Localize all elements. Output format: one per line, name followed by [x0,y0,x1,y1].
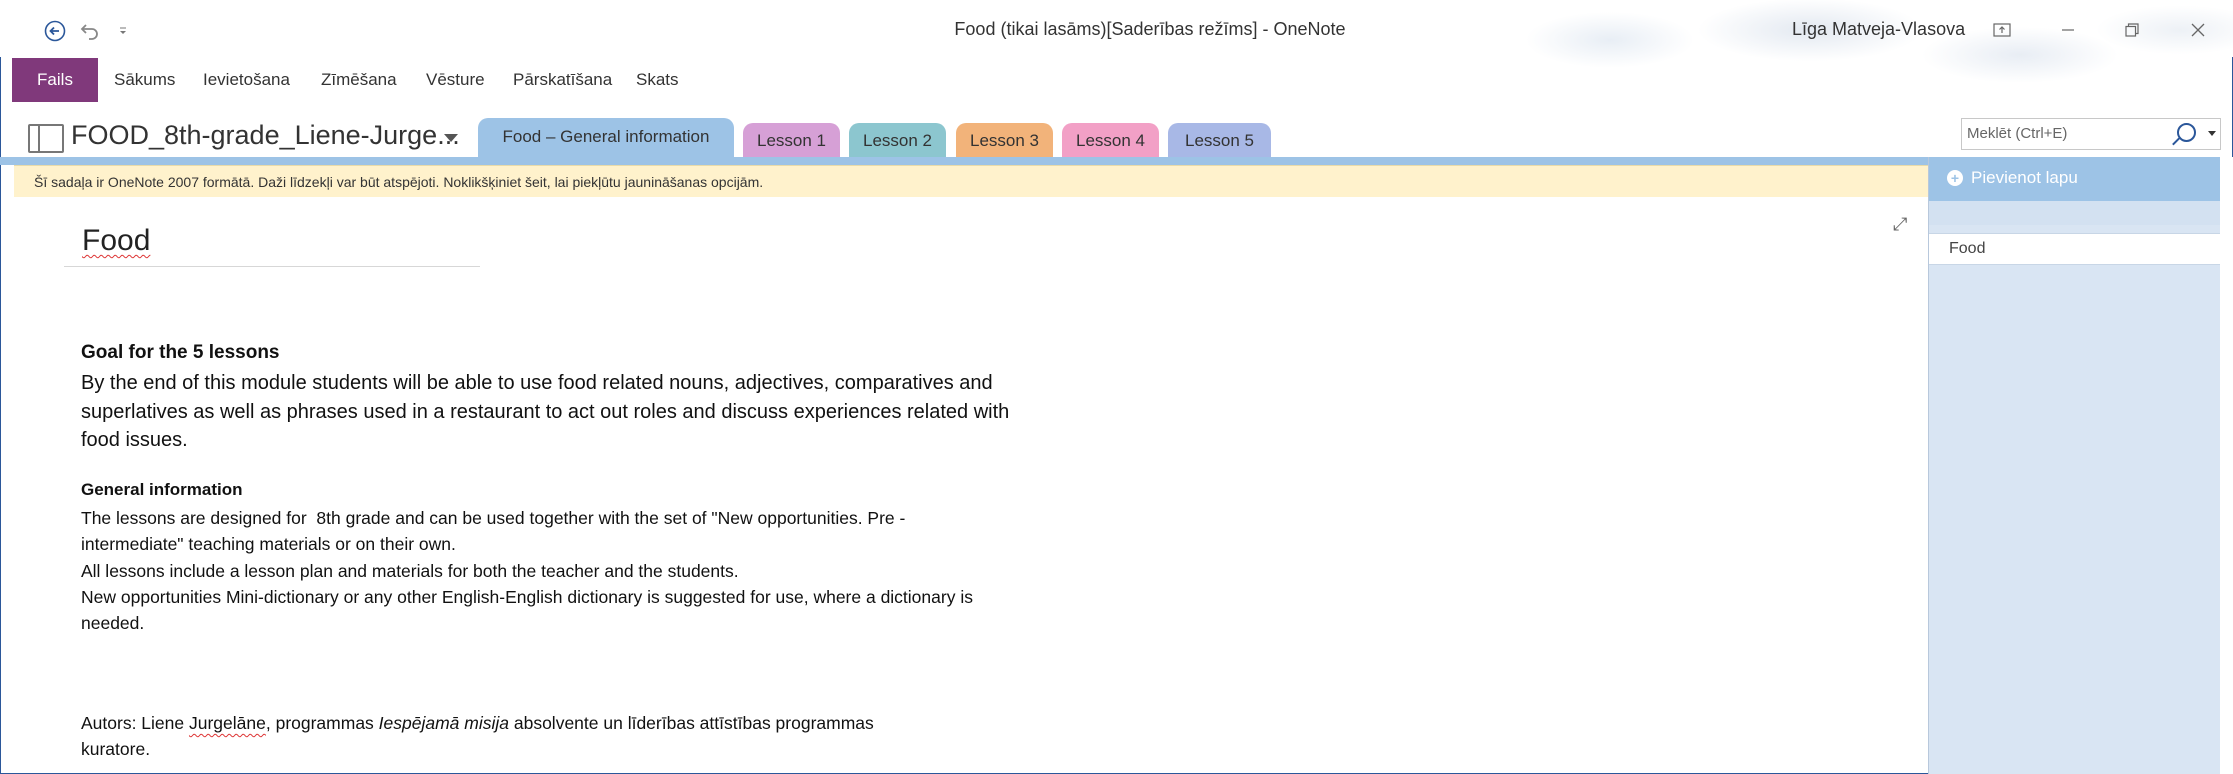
minimize-icon [2062,29,2074,31]
tab-file[interactable]: Fails [12,58,98,102]
title-bar: Food (tikai lasāms)[Saderības režīms] - … [0,0,2233,90]
section-color-strip [0,157,1928,165]
notebook-name[interactable]: FOOD_8th-grade_Liene-Jurge... [71,120,460,151]
pages-pane: + Pievienot lapu Food [1928,157,2221,774]
section-tab-lesson-1[interactable]: Lesson 1 [743,123,840,157]
author-middle: , programmas [265,713,379,733]
tab-home[interactable]: Sākums [114,58,175,102]
close-button[interactable] [2176,12,2220,48]
tab-insert[interactable]: Ievietošana [203,58,290,102]
vertical-scrollbar[interactable] [2220,157,2233,774]
customize-dropdown-icon [120,27,126,34]
general-info-line: intermediate" teaching materials or on t… [81,534,456,555]
section-tab-lesson-4[interactable]: Lesson 4 [1062,123,1159,157]
general-info-line: New opportunities Mini-dictionary or any… [81,586,973,607]
undo-button[interactable] [72,14,106,48]
author-line-1: Autors: Liene Jurgelāne, programmas Iesp… [81,710,1121,736]
ribbon-display-options-button[interactable] [1980,12,2024,48]
general-info-line: All lessons include a lesson plan and ma… [81,560,739,581]
close-icon [2191,23,2205,37]
author-prefix: Autors: Liene [81,713,189,733]
goal-line: food issues. [81,429,188,451]
expand-page-icon[interactable]: ⤢ [1893,214,1907,235]
tab-view[interactable]: Skats [636,58,679,102]
add-page-button[interactable]: + Pievienot lapu [1947,168,2078,188]
general-info-paragraph: The lessons are designed for 8th grade a… [81,505,1121,636]
goal-line: superlatives as well as phrases used in … [81,400,1010,423]
info-bar-text[interactable]: Šī sadaļa ir OneNote 2007 formātā. Daži … [34,174,763,190]
title-underline [64,266,480,267]
tab-history[interactable]: Vēsture [426,58,485,102]
goal-heading: Goal for the 5 lessons [81,342,280,363]
restore-button[interactable] [2110,12,2154,48]
page-title-text[interactable]: Food [82,224,150,257]
restore-icon [2125,23,2139,37]
undo-icon [80,24,98,40]
pages-pane-strip [1929,201,2221,225]
author-paragraph: Autors: Liene Jurgelāne, programmas Iesp… [81,710,1121,763]
compatibility-info-bar[interactable]: Šī sadaļa ir OneNote 2007 formātā. Daži … [14,165,1928,197]
goal-paragraph: By the end of this module students will … [81,369,1111,455]
back-arrow-icon [44,20,66,42]
section-tab-lesson-2[interactable]: Lesson 2 [849,123,946,157]
author-suffix: absolvente un līderības attīstības progr… [509,713,874,733]
ribbon-tabs: Fails Sākums Ievietošana Zīmēšana Vēstur… [0,58,2233,102]
search-icon[interactable] [2177,123,2196,142]
search-scope-dropdown-icon[interactable] [2208,131,2216,136]
page-title[interactable]: Food [82,224,150,258]
author-program: Iespējamā misija [378,713,509,733]
section-tab-lesson-5[interactable]: Lesson 5 [1168,123,1271,157]
section-tab-general[interactable]: Food – General information [478,118,734,157]
customize-qat-button[interactable] [106,14,140,48]
ribbon-display-icon [1993,23,2011,37]
minimize-button[interactable] [2046,12,2090,48]
pages-pane-header: + Pievienot lapu [1929,157,2221,201]
general-info-line: needed. [81,613,145,634]
page-list-item[interactable]: Food [1929,233,2221,265]
tab-review[interactable]: Pārskatīšana [513,58,612,102]
general-info-line: The lessons are designed for 8th grade a… [81,508,906,528]
section-tab-lesson-3[interactable]: Lesson 3 [956,123,1053,157]
account-user-name[interactable]: Līga Matveja-Vlasova [1792,19,1965,40]
window-title: Food (tikai lasāms)[Saderības režīms] - … [954,19,1346,39]
add-page-label: Pievienot lapu [1971,168,2078,187]
page-list-item-label: Food [1949,240,1986,257]
notebook-icon [28,124,64,153]
general-info-heading: General information [81,480,243,499]
tab-draw[interactable]: Zīmēšana [321,58,397,102]
author-surname: Jurgelāne [188,713,266,733]
quick-access-toolbar [38,14,140,48]
goal-line: By the end of this module students will … [81,372,993,394]
author-line-2: kuratore. [81,739,151,760]
back-button[interactable] [38,14,72,48]
chevron-down-icon[interactable] [444,134,458,142]
search-box[interactable]: Meklēt (Ctrl+E) [1961,118,2221,150]
search-input[interactable]: Meklēt (Ctrl+E) [1967,125,2067,142]
add-icon: + [1947,170,1963,186]
